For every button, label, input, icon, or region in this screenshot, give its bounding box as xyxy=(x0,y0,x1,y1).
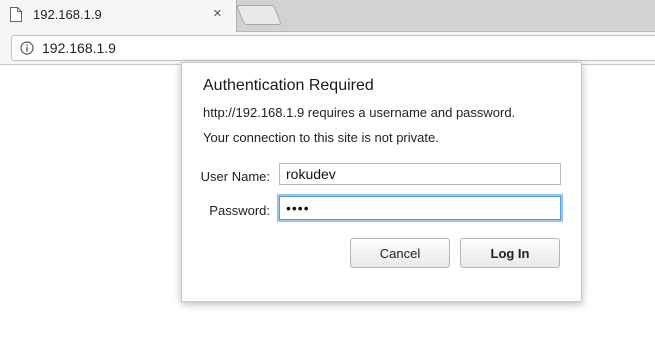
tab-title: 192.168.1.9 xyxy=(33,7,102,22)
privacy-warning: Your connection to this site is not priv… xyxy=(203,130,439,145)
address-bar[interactable]: 192.168.1.9 xyxy=(11,35,655,61)
url-text[interactable]: 192.168.1.9 xyxy=(42,40,116,56)
dialog-message: http://192.168.1.9 requires a username a… xyxy=(203,105,516,120)
new-tab-button[interactable] xyxy=(235,5,283,25)
password-label: Password: xyxy=(209,203,270,218)
username-field[interactable] xyxy=(279,163,561,185)
document-icon xyxy=(9,6,23,28)
tab-strip: 192.168.1.9 × xyxy=(0,0,655,32)
log-in-button[interactable]: Log In xyxy=(460,238,560,268)
auth-dialog: Authentication Required http://192.168.1… xyxy=(181,62,582,302)
cancel-button[interactable]: Cancel xyxy=(350,238,450,268)
toolbar: 192.168.1.9 xyxy=(0,32,655,65)
username-label: User Name: xyxy=(200,169,270,184)
browser-tab[interactable]: 192.168.1.9 × xyxy=(0,0,237,32)
dialog-title: Authentication Required xyxy=(203,77,374,94)
password-field[interactable] xyxy=(279,196,561,220)
info-icon[interactable] xyxy=(20,41,34,60)
close-icon[interactable]: × xyxy=(213,6,222,22)
